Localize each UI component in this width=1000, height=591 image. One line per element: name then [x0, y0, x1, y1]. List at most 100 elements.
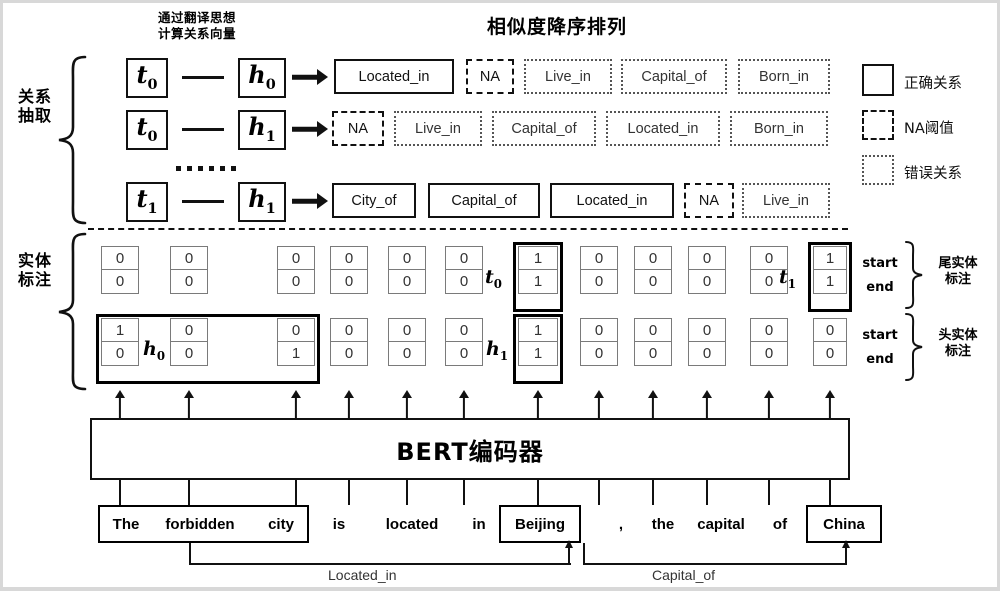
tag-cell-head-end-4: 0: [388, 342, 426, 366]
sentence-token-4: located: [385, 516, 439, 533]
brace-relation-extraction: [58, 55, 87, 225]
relation-row-2-arrow-icon: [292, 190, 328, 212]
tag-column-head-6: 11: [518, 318, 558, 366]
capital-of-link-vert-left: [583, 543, 586, 565]
relation-row-2-candidate-1[interactable]: Capital_of: [428, 183, 540, 218]
tag-column-tail-1: 00: [170, 246, 208, 294]
head-end-label: end: [866, 352, 894, 367]
relation-row-1-candidate-0[interactable]: NA: [332, 111, 384, 146]
sentence-token-2: city: [268, 516, 294, 533]
relation-row-2-tail-text: t1: [136, 184, 158, 218]
brace-head-entity: [905, 313, 923, 381]
encoder-output-arrow-8: [647, 390, 659, 418]
capital-of-link-label: Capital_of: [652, 567, 716, 583]
encoder-input-line-3: [348, 476, 351, 505]
tag-column-tail-4: 00: [388, 246, 426, 294]
relation-row-0-candidate-1[interactable]: NA: [466, 59, 514, 94]
marker-t0: t0: [485, 266, 502, 291]
tag-cell-tail-start-6: 1: [518, 246, 558, 270]
encoder-input-line-5: [463, 476, 466, 505]
tag-cell-head-end-1: 0: [170, 342, 208, 366]
encoder-input-line-1: [188, 476, 191, 505]
side-label-entity-tagging: 实体标注: [18, 251, 52, 290]
located-in-arrow-icon: [565, 540, 573, 548]
page-edge-left: [0, 0, 3, 591]
tag-cell-head-start-5: 0: [445, 318, 483, 342]
encoder-output-arrow-3: [343, 390, 355, 418]
encoder-input-line-10: [768, 476, 771, 505]
marker-h1: h1: [486, 338, 509, 363]
tag-cell-tail-start-3: 0: [330, 246, 368, 270]
relation-row-1-dash: [182, 128, 224, 132]
tag-column-head-5: 00: [445, 318, 483, 366]
encoder-output-arrow-10: [763, 390, 775, 418]
relation-row-2-candidate-0[interactable]: City_of: [332, 183, 416, 218]
legend-label-correct-relation: 正确关系: [904, 76, 962, 92]
relation-row-2-candidate-4[interactable]: Live_in: [742, 183, 830, 218]
tag-cell-head-start-7: 0: [580, 318, 618, 342]
relation-row-2-tail-token: t1: [126, 182, 168, 222]
relation-row-1-candidate-4[interactable]: Born_in: [730, 111, 828, 146]
page-edge-bottom: [0, 587, 1000, 591]
tag-cell-head-end-9: 0: [688, 342, 726, 366]
tag-cell-tail-end-2: 0: [277, 270, 315, 294]
tag-column-head-4: 00: [388, 318, 426, 366]
head-start-label: start: [862, 328, 898, 343]
located-in-link-vert-left: [189, 543, 192, 565]
tag-cell-head-end-3: 0: [330, 342, 368, 366]
relation-row-2-candidate-3[interactable]: NA: [684, 183, 734, 218]
tag-cell-head-start-8: 0: [634, 318, 672, 342]
tag-column-head-1: 00: [170, 318, 208, 366]
sentence-token-9: capital: [697, 516, 745, 533]
tag-cell-tail-end-1: 0: [170, 270, 208, 294]
tag-cell-head-start-4: 0: [388, 318, 426, 342]
tail-entity-tagging-label: 尾实体 标注: [938, 256, 978, 288]
similarity-title: 相似度降序排列: [487, 16, 628, 38]
relation-row-0-candidate-3[interactable]: Capital_of: [621, 59, 727, 94]
tail-start-label: start: [862, 256, 898, 271]
encoder-input-line-9: [706, 476, 709, 505]
tag-cell-head-end-2: 1: [277, 342, 315, 366]
encoder-output-arrow-4: [401, 390, 413, 418]
tag-cell-tail-end-7: 0: [580, 270, 618, 294]
tag-cell-head-end-6: 1: [518, 342, 558, 366]
tag-cell-head-start-1: 0: [170, 318, 208, 342]
tag-cell-head-start-3: 0: [330, 318, 368, 342]
tag-column-head-3: 00: [330, 318, 368, 366]
relation-row-0-candidate-0[interactable]: Located_in: [334, 59, 454, 94]
tag-cell-head-end-7: 0: [580, 342, 618, 366]
tag-column-head-11: 00: [813, 318, 847, 366]
encoder-output-arrow-5: [458, 390, 470, 418]
marker-h0: h0: [143, 338, 166, 363]
legend-label-wrong-relation: 错误关系: [904, 166, 962, 182]
encoder-output-arrow-7: [593, 390, 605, 418]
relation-row-2-candidate-2[interactable]: Located_in: [550, 183, 674, 218]
tag-column-head-8: 00: [634, 318, 672, 366]
legend-label-na-threshold: NA阈值: [904, 121, 954, 137]
tag-cell-tail-end-0: 0: [101, 270, 139, 294]
relation-row-1-candidate-2[interactable]: Capital_of: [492, 111, 596, 146]
sentence-token-6: Beijing: [514, 516, 565, 533]
sentence-token-8: the: [651, 516, 675, 533]
tag-column-tail-0: 00: [101, 246, 139, 294]
tag-cell-tail-start-4: 0: [388, 246, 426, 270]
relation-rows-ellipsis: [176, 166, 236, 171]
relation-row-0-candidate-2[interactable]: Live_in: [524, 59, 612, 94]
relation-row-0-candidate-4[interactable]: Born_in: [738, 59, 830, 94]
encoder-input-line-8: [652, 476, 655, 505]
sentence-token-1: forbidden: [165, 516, 235, 533]
relation-row-1-head-text: h1: [248, 112, 276, 146]
tag-cell-tail-start-9: 0: [688, 246, 726, 270]
head-entity-tagging-label: 头实体 标注: [938, 328, 978, 360]
brace-entity-tagging: [58, 232, 87, 391]
relation-row-1-candidate-3[interactable]: Located_in: [606, 111, 720, 146]
relation-row-1-head-token: h1: [238, 110, 286, 150]
section-divider: [88, 228, 848, 230]
tag-column-head-0: 10: [101, 318, 139, 366]
tag-column-tail-6: 11: [518, 246, 558, 294]
sentence-token-11: China: [823, 516, 865, 533]
tag-cell-head-end-8: 0: [634, 342, 672, 366]
legend-swatch-correct-relation: [862, 64, 894, 96]
relation-row-1-candidate-1[interactable]: Live_in: [394, 111, 482, 146]
translate-note: 通过翻译思想 计算关系向量: [158, 10, 236, 41]
